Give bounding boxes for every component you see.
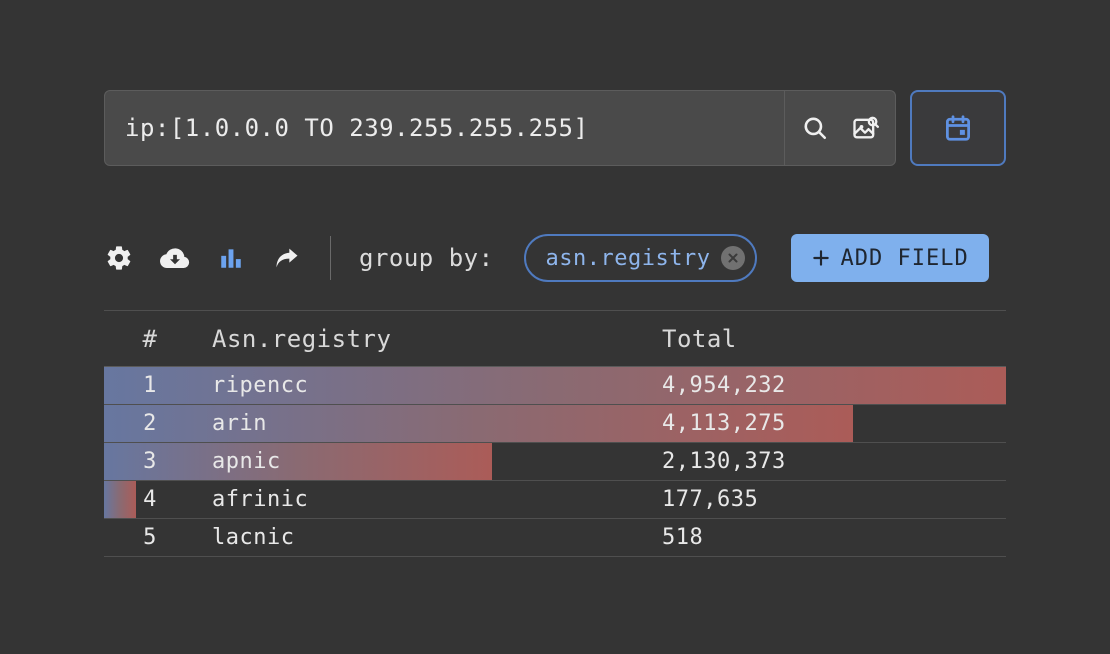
add-field-label: ADD FIELD	[841, 246, 969, 271]
search-actions	[784, 91, 895, 165]
results-table: # Asn.registry Total 1ripencc4,954,2322a…	[104, 310, 1006, 557]
table-row[interactable]: 3apnic2,130,373	[104, 443, 1006, 481]
col-name: Asn.registry	[204, 325, 654, 353]
divider	[330, 236, 331, 280]
search-input[interactable]	[105, 91, 784, 165]
cell-total: 2,130,373	[654, 449, 1006, 474]
tool-icons	[104, 243, 302, 273]
cell-idx: 1	[104, 373, 204, 398]
cell-name: lacnic	[204, 525, 654, 550]
cell-idx: 4	[104, 487, 204, 512]
table-row[interactable]: 1ripencc4,954,232	[104, 367, 1006, 405]
search-icon[interactable]	[799, 112, 831, 144]
plus-icon	[811, 248, 831, 268]
table-header: # Asn.registry Total	[104, 311, 1006, 367]
search-row	[104, 90, 1006, 166]
search-box	[104, 90, 896, 166]
cell-name: ripencc	[204, 373, 654, 398]
table-row[interactable]: 4afrinic177,635	[104, 481, 1006, 519]
image-search-icon[interactable]	[849, 112, 881, 144]
cell-total: 177,635	[654, 487, 1006, 512]
close-icon[interactable]	[721, 246, 745, 270]
share-icon[interactable]	[272, 243, 302, 273]
chip-label: asn.registry	[546, 246, 711, 271]
cell-name: arin	[204, 411, 654, 436]
add-field-button[interactable]: ADD FIELD	[791, 234, 989, 282]
table-row[interactable]: 2arin4,113,275	[104, 405, 1006, 443]
toolbar: group by: asn.registry ADD FIELD	[104, 234, 1006, 282]
cell-idx: 3	[104, 449, 204, 474]
col-total: Total	[654, 325, 1006, 353]
bar-chart-icon[interactable]	[216, 243, 246, 273]
cell-total: 518	[654, 525, 1006, 550]
cell-name: afrinic	[204, 487, 654, 512]
group-by-label: group by:	[359, 244, 494, 272]
table-row[interactable]: 5lacnic518	[104, 519, 1006, 557]
cell-total: 4,954,232	[654, 373, 1006, 398]
download-icon[interactable]	[160, 243, 190, 273]
date-range-button[interactable]	[910, 90, 1006, 166]
cell-total: 4,113,275	[654, 411, 1006, 436]
cell-name: apnic	[204, 449, 654, 474]
cell-idx: 5	[104, 525, 204, 550]
col-idx: #	[104, 325, 204, 353]
group-by-chip[interactable]: asn.registry	[524, 234, 757, 282]
cell-idx: 2	[104, 411, 204, 436]
gear-icon[interactable]	[104, 243, 134, 273]
